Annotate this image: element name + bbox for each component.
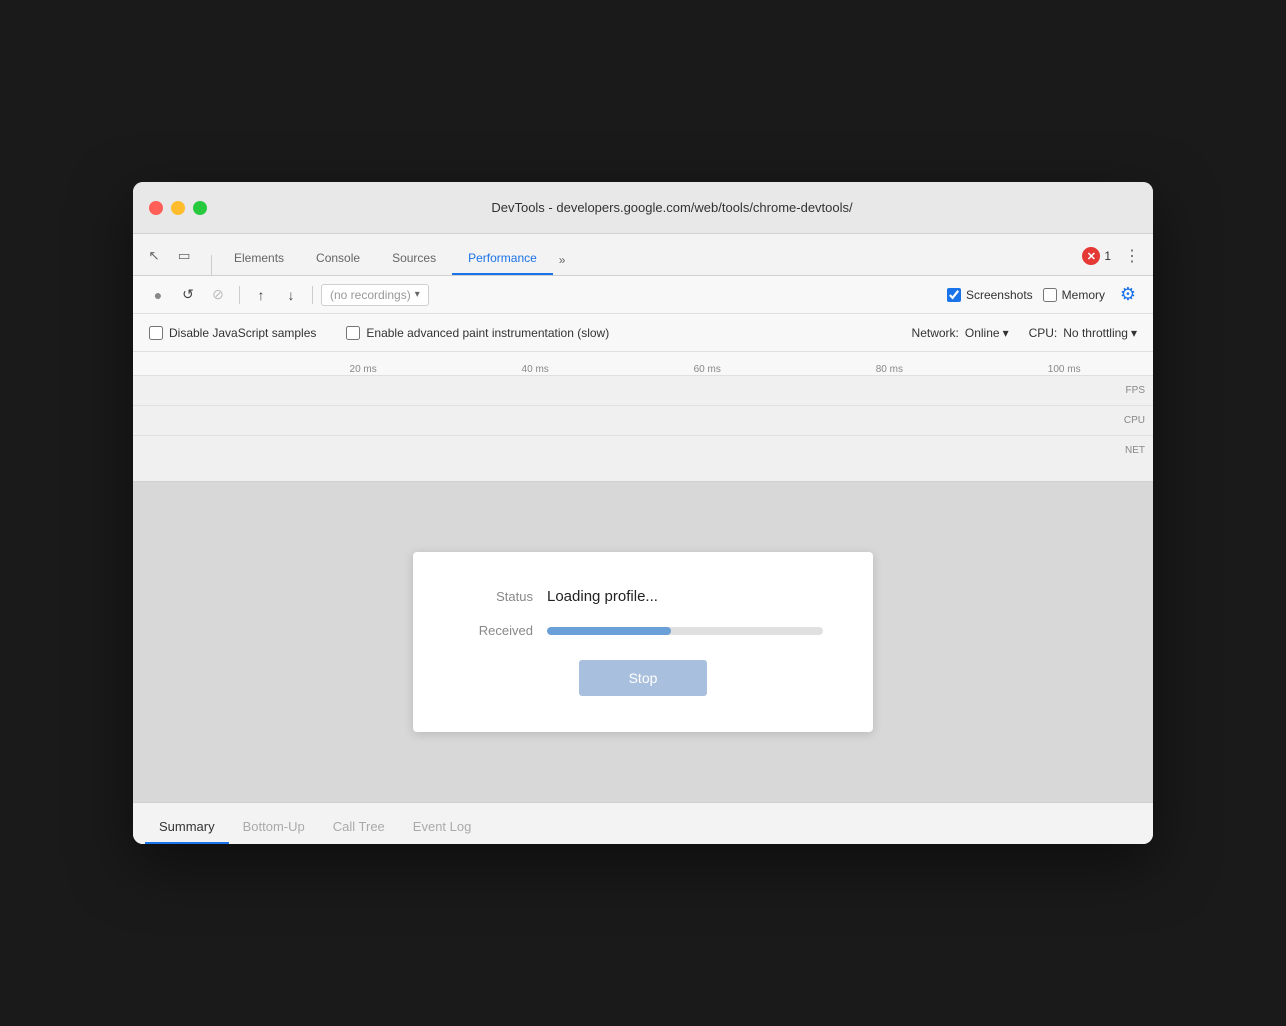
status-value: Loading profile... — [547, 588, 658, 605]
cpu-value: No throttling — [1063, 326, 1128, 340]
fps-label: FPS — [1126, 385, 1145, 396]
disable-js-label: Disable JavaScript samples — [169, 326, 316, 340]
minimize-button[interactable] — [171, 201, 185, 215]
record-circle-icon: ● — [154, 287, 162, 303]
memory-label: Memory — [1062, 288, 1105, 302]
clear-button[interactable]: ⊘ — [205, 282, 231, 308]
bottom-tab-summary[interactable]: Summary — [145, 811, 229, 844]
ruler-mark-100ms: 100 ms — [1048, 364, 1081, 375]
three-dots-icon: ⋮ — [1124, 246, 1140, 266]
enable-paint-checkbox[interactable] — [346, 326, 360, 340]
network-select-group: Network: Online ▾ — [912, 326, 1009, 340]
upload-button[interactable]: ↑ — [248, 282, 274, 308]
error-icon: ✕ — [1082, 247, 1100, 265]
tab-icons: ↖ ▭ — [141, 243, 197, 275]
ruler-mark-60ms: 60 ms — [694, 364, 721, 375]
settings-row: Disable JavaScript samples Enable advanc… — [133, 314, 1153, 352]
toolbar-separator-2 — [312, 286, 313, 304]
title-bar: DevTools - developers.google.com/web/too… — [133, 182, 1153, 234]
network-dropdown-arrow-icon: ▾ — [1003, 326, 1009, 340]
close-x-icon: ✕ — [1087, 250, 1096, 263]
ruler-mark-80ms: 80 ms — [876, 364, 903, 375]
ruler-mark-40ms: 40 ms — [522, 364, 549, 375]
download-button[interactable]: ↓ — [278, 282, 304, 308]
tab-divider — [211, 255, 212, 275]
tab-elements[interactable]: Elements — [218, 243, 300, 275]
enable-paint-group: Enable advanced paint instrumentation (s… — [346, 326, 609, 340]
fps-track: FPS — [133, 376, 1153, 406]
tab-right-area: ✕ 1 ⋮ — [1082, 243, 1145, 275]
record-button[interactable]: ● — [145, 282, 171, 308]
gear-icon: ⚙ — [1120, 284, 1136, 305]
bottom-tab-call-tree[interactable]: Call Tree — [319, 811, 399, 844]
gear-button[interactable]: ⚙ — [1115, 282, 1141, 308]
cursor-icon: ↖ — [148, 248, 159, 264]
bottom-tab-bottom-up[interactable]: Bottom-Up — [229, 811, 319, 844]
recording-select-label: (no recordings) — [330, 288, 411, 302]
window-title: DevTools - developers.google.com/web/too… — [207, 200, 1137, 215]
tab-performance[interactable]: Performance — [452, 243, 553, 275]
reload-record-button[interactable]: ↺ — [175, 282, 201, 308]
network-value: Online — [965, 326, 1000, 340]
inspect-icon-button[interactable]: ↖ — [141, 243, 167, 269]
cpu-track-label: CPU — [1124, 415, 1145, 426]
enable-paint-label: Enable advanced paint instrumentation (s… — [366, 326, 609, 340]
status-row: Status Loading profile... — [463, 588, 823, 605]
received-row: Received — [463, 623, 823, 638]
recording-select[interactable]: (no recordings) ▾ — [321, 284, 429, 306]
stop-button[interactable]: Stop — [579, 660, 708, 696]
ruler-mark-20ms: 20 ms — [350, 364, 377, 375]
cpu-select-group: CPU: No throttling ▾ — [1029, 326, 1137, 340]
error-badge[interactable]: ✕ 1 — [1082, 247, 1111, 265]
devtools-window: DevTools - developers.google.com/web/too… — [133, 182, 1153, 844]
dropdown-arrow-icon: ▾ — [415, 289, 420, 300]
timeline-tracks: FPS CPU NET — [133, 376, 1153, 464]
memory-checkbox[interactable] — [1043, 288, 1057, 302]
devtools-menu-button[interactable]: ⋮ — [1119, 243, 1145, 269]
disable-js-group: Disable JavaScript samples — [149, 326, 316, 340]
progress-bar-container — [547, 627, 823, 635]
cpu-label: CPU: — [1029, 326, 1058, 340]
loading-dialog: Status Loading profile... Received Stop — [413, 552, 873, 732]
tab-bar: ↖ ▭ Elements Console Sources Performance… — [133, 234, 1153, 276]
screenshots-checkbox[interactable] — [947, 288, 961, 302]
no-entry-icon: ⊘ — [212, 286, 224, 303]
cpu-dropdown-arrow-icon: ▾ — [1131, 326, 1137, 340]
cpu-select[interactable]: No throttling ▾ — [1063, 326, 1137, 340]
window-controls — [149, 201, 207, 215]
toolbar-right: Screenshots Memory ⚙ — [947, 282, 1141, 308]
screenshots-checkbox-group: Screenshots — [947, 288, 1033, 302]
close-button[interactable] — [149, 201, 163, 215]
settings-right: Network: Online ▾ CPU: No throttling ▾ — [912, 326, 1137, 340]
status-label: Status — [463, 589, 533, 604]
memory-checkbox-group: Memory — [1043, 288, 1105, 302]
device-icon: ▭ — [178, 248, 191, 264]
error-count: 1 — [1104, 249, 1111, 263]
toolbar: ● ↺ ⊘ ↑ ↓ (no recordings) ▾ Screenshots — [133, 276, 1153, 314]
tabs-container: Elements Console Sources Performance » — [218, 243, 1082, 275]
network-label: Network: — [912, 326, 959, 340]
device-icon-button[interactable]: ▭ — [171, 243, 197, 269]
screenshots-label: Screenshots — [966, 288, 1033, 302]
download-icon: ↓ — [288, 287, 295, 303]
cpu-track: CPU — [133, 406, 1153, 436]
tab-sources[interactable]: Sources — [376, 243, 452, 275]
disable-js-checkbox[interactable] — [149, 326, 163, 340]
timeline-area: 20 ms 40 ms 60 ms 80 ms 100 ms FPS CPU N… — [133, 352, 1153, 482]
progress-bar-fill — [547, 627, 671, 635]
bottom-tabs: Summary Bottom-Up Call Tree Event Log — [133, 802, 1153, 844]
upload-icon: ↑ — [258, 287, 265, 303]
received-label: Received — [463, 623, 533, 638]
timeline-ruler: 20 ms 40 ms 60 ms 80 ms 100 ms — [133, 352, 1153, 376]
tab-more-button[interactable]: » — [553, 245, 572, 275]
bottom-tab-event-log[interactable]: Event Log — [399, 811, 486, 844]
network-select[interactable]: Online ▾ — [965, 326, 1009, 340]
net-track: NET — [133, 436, 1153, 464]
net-label: NET — [1125, 445, 1145, 456]
tab-console[interactable]: Console — [300, 243, 376, 275]
main-content: Status Loading profile... Received Stop — [133, 482, 1153, 802]
reload-icon: ↺ — [182, 286, 194, 303]
maximize-button[interactable] — [193, 201, 207, 215]
toolbar-separator-1 — [239, 286, 240, 304]
